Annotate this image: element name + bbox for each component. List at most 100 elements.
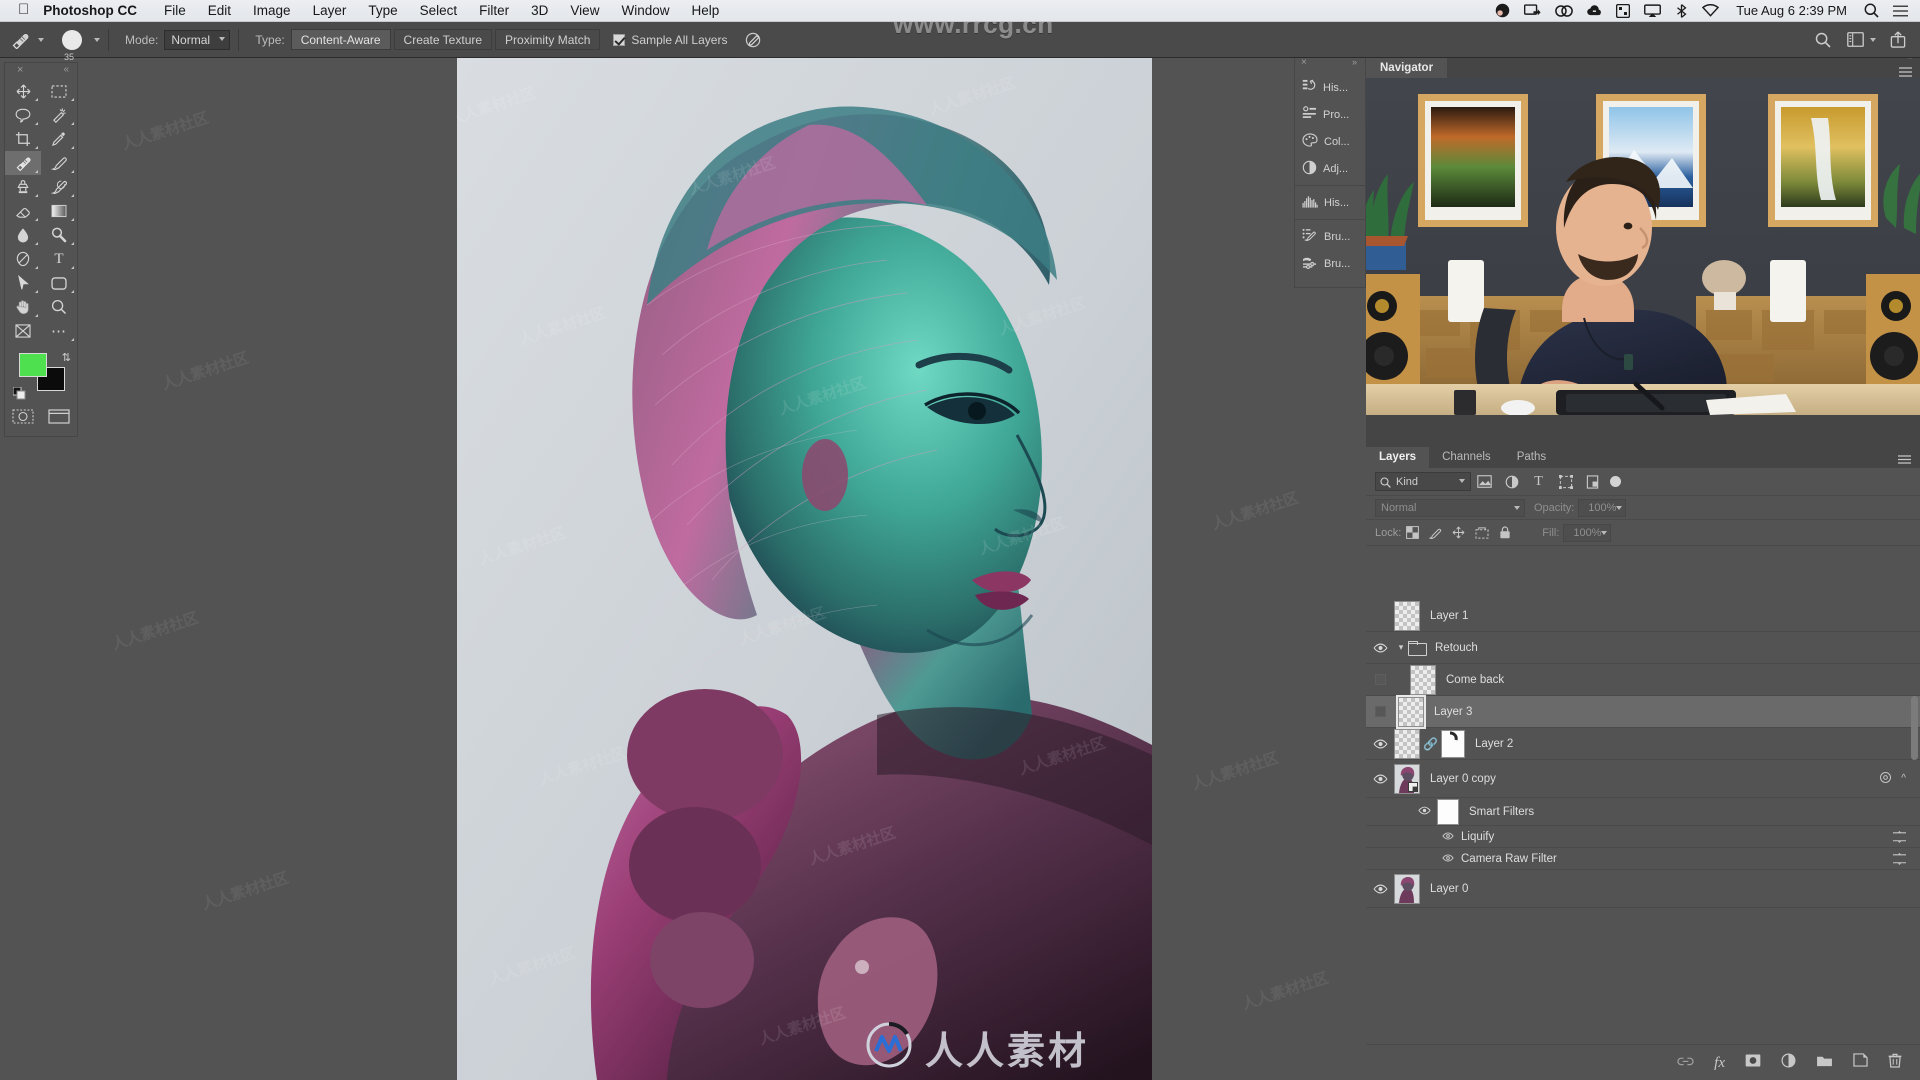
table-row[interactable]: Layer 0 copy ^	[1366, 760, 1920, 798]
layer-name[interactable]: Layer 1	[1430, 610, 1468, 622]
menu-help[interactable]: Help	[680, 3, 730, 18]
lock-artboard-nesting-icon[interactable]	[1470, 524, 1493, 542]
type-create-texture-button[interactable]: Create Texture	[393, 29, 493, 50]
menu-file[interactable]: File	[153, 3, 197, 18]
hand-tool[interactable]	[5, 295, 41, 319]
layer-visibility-toggle[interactable]	[1366, 674, 1394, 685]
workspace-chevron-icon[interactable]	[1870, 37, 1876, 42]
layers-list[interactable]: Layer 1 ▾ Retouch Come back Layer 3 🔗 La…	[1366, 600, 1920, 1044]
path-selection-tool[interactable]	[5, 271, 41, 295]
new-adjustment-layer-icon[interactable]	[1781, 1053, 1796, 1073]
eraser-tool[interactable]	[5, 199, 41, 223]
move-tool[interactable]	[5, 79, 41, 103]
user-avatar-icon[interactable]	[1488, 3, 1517, 18]
filter-visibility-toggle[interactable]	[1442, 831, 1454, 843]
workspace-switcher-icon[interactable]	[1847, 32, 1864, 47]
layer-name[interactable]: Layer 2	[1475, 738, 1513, 750]
layer-visibility-toggle[interactable]	[1366, 643, 1394, 653]
gradient-tool[interactable]	[41, 199, 77, 223]
lock-image-pixels-icon[interactable]	[1424, 524, 1447, 542]
blur-tool[interactable]	[5, 223, 41, 247]
layers-scrollbar[interactable]	[1911, 600, 1919, 1044]
add-layer-style-icon[interactable]: fx	[1714, 1054, 1725, 1072]
dock-item-adjustments[interactable]: Adj...	[1295, 155, 1365, 182]
crop-tool[interactable]	[5, 127, 41, 151]
smart-filter-indicator-icon[interactable]	[1879, 771, 1892, 787]
chevron-up-icon[interactable]: ^	[1901, 773, 1906, 784]
layer-thumbnail[interactable]	[1396, 694, 1426, 729]
spotlight-search-icon[interactable]	[1857, 3, 1886, 18]
panel-menu-icon[interactable]	[1898, 451, 1911, 469]
table-row[interactable]: Smart Filters	[1366, 798, 1920, 826]
eyedropper-tool[interactable]	[41, 127, 77, 151]
table-row[interactable]: 🔗 Layer 2	[1366, 728, 1920, 760]
delete-layer-icon[interactable]	[1888, 1053, 1902, 1073]
menu-filter[interactable]: Filter	[468, 3, 520, 18]
tab-channels[interactable]: Channels	[1429, 447, 1504, 468]
dock-item-properties[interactable]: Pro...	[1295, 101, 1365, 128]
tab-layers[interactable]: Layers	[1366, 447, 1430, 468]
layer-visibility-toggle[interactable]	[1366, 739, 1394, 749]
swap-colors-icon[interactable]: ⇅	[62, 351, 71, 364]
lasso-tool[interactable]	[5, 103, 41, 127]
table-row[interactable]: Liquify	[1366, 826, 1920, 848]
close-icon[interactable]: ×	[1301, 57, 1307, 68]
edit-toolbar-tool[interactable]	[5, 319, 41, 343]
table-row[interactable]: Come back	[1366, 664, 1920, 696]
control-center-icon[interactable]	[1886, 4, 1920, 17]
menu-view[interactable]: View	[559, 3, 610, 18]
adjustment-layer-filter-icon[interactable]	[1498, 472, 1525, 491]
pixel-layer-filter-icon[interactable]	[1471, 472, 1498, 491]
layer-thumbnail[interactable]	[1394, 873, 1420, 904]
spot-healing-brush-tool[interactable]	[5, 151, 41, 175]
document-window[interactable]: 人人素材社区 人人素材社区 人人素材社区 人人素材社区 人人素材社区 人人素材社…	[457, 55, 1152, 1080]
magic-wand-tool[interactable]	[41, 103, 77, 127]
expand-panels-icon[interactable]: »	[1352, 57, 1357, 67]
fill-value[interactable]: 100%	[1563, 523, 1612, 542]
brush-preview-icon[interactable]	[62, 29, 82, 50]
link-layers-icon[interactable]	[1677, 1054, 1694, 1072]
layer-name[interactable]: Liquify	[1461, 831, 1494, 843]
more-tools[interactable]: ⋯	[41, 319, 77, 343]
smart-object-filter-icon[interactable]	[1579, 472, 1606, 491]
shape-layer-filter-icon[interactable]	[1552, 472, 1579, 491]
search-icon[interactable]	[1815, 32, 1831, 48]
dropbox-icon[interactable]	[1580, 4, 1609, 17]
group-disclosure-icon[interactable]: ▾	[1394, 642, 1408, 653]
menu-3d[interactable]: 3D	[520, 3, 559, 18]
screen-mode-icon[interactable]	[48, 409, 70, 429]
layer-thumbnail[interactable]	[1410, 664, 1436, 695]
layer-name[interactable]: Retouch	[1435, 642, 1478, 654]
layer-visibility-toggle[interactable]	[1366, 884, 1394, 894]
layer-visibility-toggle[interactable]	[1366, 706, 1394, 717]
dock-item-brush-settings[interactable]: Bru...	[1295, 250, 1365, 277]
smart-filters-visibility-toggle[interactable]	[1418, 806, 1431, 818]
sample-all-layers-checkbox[interactable]: Sample All Layers	[613, 33, 727, 47]
type-proximity-match-button[interactable]: Proximity Match	[495, 29, 601, 50]
dock-item-brush-presets[interactable]: Bru...	[1295, 223, 1365, 250]
wifi-icon[interactable]	[1695, 4, 1726, 17]
add-layer-mask-icon[interactable]	[1745, 1054, 1761, 1072]
layer-thumbnail[interactable]	[1394, 728, 1420, 759]
apple-menu-icon[interactable]: 	[0, 2, 43, 17]
creative-cloud-icon[interactable]	[1548, 4, 1580, 18]
rectangular-marquee-tool[interactable]	[41, 79, 77, 103]
new-layer-icon[interactable]	[1853, 1053, 1868, 1072]
tablet-pressure-icon[interactable]	[745, 31, 762, 48]
type-layer-filter-icon[interactable]: T	[1525, 472, 1552, 491]
collapse-panel-icon[interactable]: «	[63, 64, 69, 75]
smart-filters-mask-thumbnail[interactable]	[1437, 798, 1459, 825]
layer-name[interactable]: Layer 0	[1430, 883, 1468, 895]
history-brush-tool[interactable]	[41, 175, 77, 199]
brush-tool[interactable]	[41, 151, 77, 175]
grid-icon[interactable]	[1609, 3, 1637, 18]
menu-select[interactable]: Select	[409, 3, 469, 18]
menu-edit[interactable]: Edit	[197, 3, 242, 18]
tab-navigator[interactable]: Navigator	[1366, 58, 1448, 78]
menu-image[interactable]: Image	[242, 3, 302, 18]
bluetooth-icon[interactable]	[1668, 3, 1695, 18]
close-icon[interactable]: ×	[17, 64, 23, 76]
opacity-value[interactable]: 100%	[1578, 498, 1627, 517]
layer-blend-mode-select[interactable]: Normal	[1375, 498, 1525, 517]
navigator-preview[interactable]	[1366, 78, 1920, 415]
